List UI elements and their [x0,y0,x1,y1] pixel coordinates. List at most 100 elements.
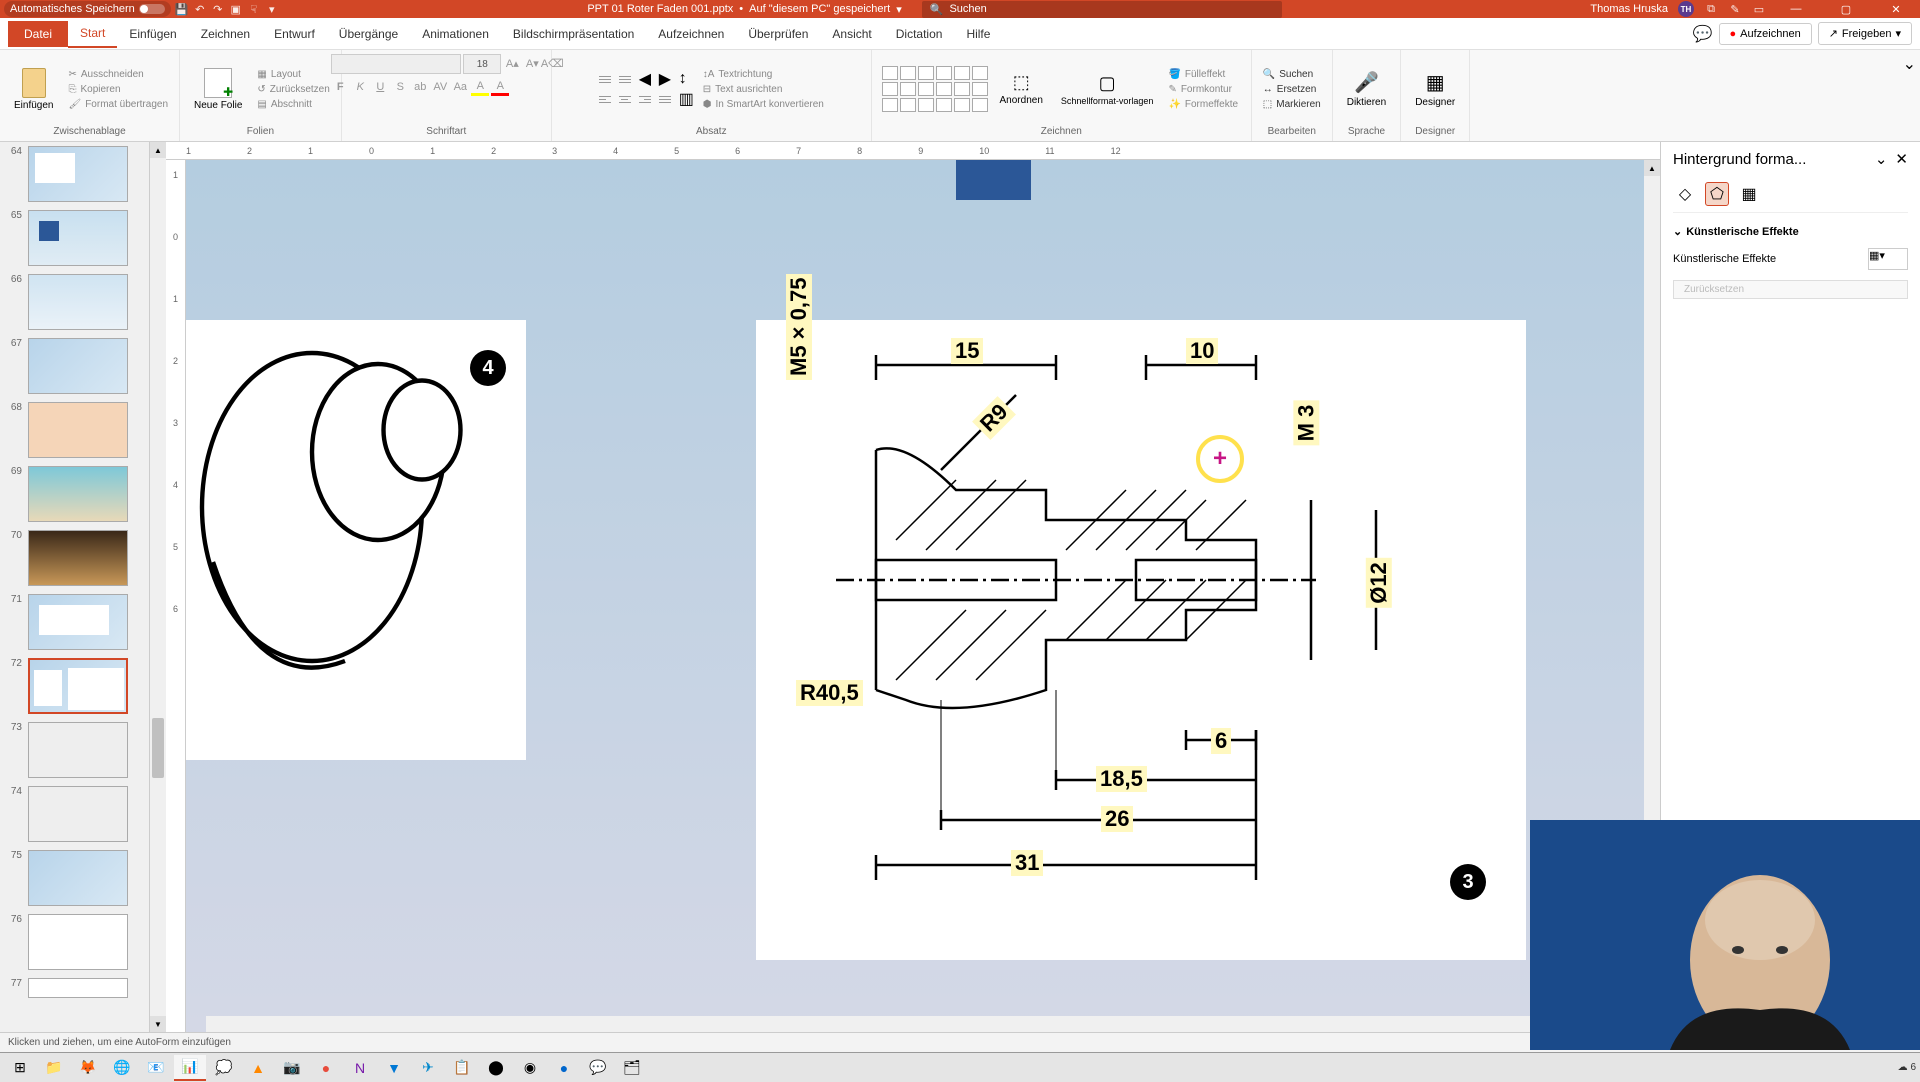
tab-file[interactable]: Datei [8,21,68,47]
qat-more-icon[interactable]: ▾ [265,2,279,16]
slide-thumb-74[interactable] [28,786,128,842]
vlc-icon[interactable]: ▲ [242,1055,274,1081]
paste-button[interactable]: Einfügen [8,64,59,115]
pane-close-icon[interactable]: ✕ [1895,150,1908,168]
app-icon-2[interactable]: 📷 [276,1055,308,1081]
dictate-button[interactable]: 🎤Diktieren [1341,66,1392,112]
start-button[interactable]: ⊞ [4,1055,36,1081]
slide-thumb-77[interactable] [28,978,128,998]
onenote-icon[interactable]: N [344,1055,376,1081]
tab-help[interactable]: Hilfe [954,21,1002,47]
tab-animations[interactable]: Animationen [410,21,501,47]
user-avatar[interactable]: TH [1678,1,1694,17]
present-icon[interactable]: ▣ [229,2,243,16]
strike-button[interactable]: S [391,78,409,96]
tab-design[interactable]: Entwurf [262,21,327,47]
increase-font-button[interactable]: A▴ [503,54,521,72]
effects-section-header[interactable]: ⌄ Künstlerische Effekte [1673,225,1908,238]
bullets-button[interactable] [596,71,614,87]
format-painter-button[interactable]: 🖌Format übertragen [65,98,171,111]
app-icon-3[interactable]: ● [310,1055,342,1081]
minimize-button[interactable]: — [1776,0,1816,18]
find-button[interactable]: 🔍Suchen [1260,68,1324,81]
tab-dictation[interactable]: Dictation [884,21,955,47]
image-right[interactable]: 15 10 M5 × 0,75 R9 M 3 Ø12 R40,5 6 18,5 … [756,320,1526,960]
align-left-button[interactable] [596,91,614,107]
slide-thumb-66[interactable] [28,274,128,330]
save-icon[interactable]: 💾 [175,2,189,16]
tab-view[interactable]: Ansicht [820,21,883,47]
reset-effects-button[interactable]: Zurücksetzen [1673,280,1908,299]
weather-icon[interactable]: ☁ 6 [1898,1062,1916,1073]
share-button[interactable]: ↗Freigeben▾ [1818,22,1912,45]
smartart-button[interactable]: ⬢In SmartArt konvertieren [700,98,827,111]
cut-button[interactable]: ✂Ausschneiden [65,68,171,81]
record-button[interactable]: ●Aufzeichnen [1719,23,1812,45]
outlook-icon[interactable]: 📧 [140,1055,172,1081]
slide-thumb-76[interactable] [28,914,128,970]
indent-dec-button[interactable]: ◀ [636,71,654,87]
app-icon-1[interactable]: 💭 [208,1055,240,1081]
app-icon-9[interactable]: 💬 [582,1055,614,1081]
arrange-button[interactable]: ⬚Anordnen [994,68,1049,110]
indent-inc-button[interactable]: ▶ [656,71,674,87]
columns-button[interactable]: ▥ [676,91,694,107]
picture-tab-icon[interactable]: ▦ [1737,182,1761,206]
select-button[interactable]: ⬚Markieren [1260,98,1324,111]
effects-tab-icon[interactable]: ⬠ [1705,182,1729,206]
chrome-icon[interactable]: 🌐 [106,1055,138,1081]
shape-fill-button[interactable]: 🪣Fülleffekt [1165,68,1241,81]
text-direction-button[interactable]: ↕ATextrichtung [700,68,827,81]
decrease-font-button[interactable]: A▾ [523,54,541,72]
slide-thumb-64[interactable] [28,146,128,202]
bold-button[interactable]: F [331,78,349,96]
designer-button[interactable]: ▦Designer [1409,66,1461,112]
toggle-switch[interactable] [139,4,165,14]
quick-styles-button[interactable]: ▢Schnellformat-vorlagen [1055,69,1160,110]
reset-button[interactable]: ↺Zurücksetzen [254,83,332,96]
scroll-down-icon[interactable]: ▼ [150,1016,166,1032]
slide-thumb-65[interactable] [28,210,128,266]
slide-thumb-75[interactable] [28,850,128,906]
align-right-button[interactable] [636,91,654,107]
slide-thumb-72[interactable] [28,658,128,714]
tab-start[interactable]: Start [68,20,117,48]
underline-button[interactable]: U [371,78,389,96]
shadow-button[interactable]: ab [411,78,429,96]
explorer-icon[interactable]: 📁 [38,1055,70,1081]
firefox-icon[interactable]: 🦊 [72,1055,104,1081]
tab-insert[interactable]: Einfügen [117,21,188,47]
touch-icon[interactable]: ☟ [247,2,261,16]
tab-review[interactable]: Überprüfen [736,21,820,47]
redo-icon[interactable]: ↷ [211,2,225,16]
powerpoint-icon[interactable]: 📊 [174,1055,206,1081]
section-button[interactable]: ▤Abschnitt [254,98,332,111]
app-icon-5[interactable]: 📋 [446,1055,478,1081]
maximize-button[interactable]: ▢ [1826,0,1866,18]
tab-draw[interactable]: Zeichnen [189,21,262,47]
tab-record[interactable]: Aufzeichnen [646,21,736,47]
align-text-button[interactable]: ⊟Text ausrichten [700,83,827,96]
slide-canvas[interactable]: 4 [186,160,1644,1032]
app-icon-4[interactable]: ▼ [378,1055,410,1081]
document-title[interactable]: PPT 01 Roter Faden 001.pptx • Auf "diese… [587,3,901,16]
app-icon-8[interactable]: ● [548,1055,580,1081]
font-size-combo[interactable] [463,54,501,74]
scroll-up-icon[interactable]: ▲ [150,142,166,158]
close-button[interactable]: ✕ [1876,0,1916,18]
line-spacing-button[interactable]: ↕ [676,71,694,87]
slide-thumb-67[interactable] [28,338,128,394]
shape-effects-button[interactable]: ✨Formeffekte [1165,98,1241,111]
slide-thumb-69[interactable] [28,466,128,522]
pane-options-icon[interactable]: ⌄ [1875,150,1888,168]
new-slide-button[interactable]: ✚ Neue Folie [188,64,248,115]
layout-button[interactable]: ▦Layout [254,68,332,81]
align-center-button[interactable] [616,91,634,107]
font-color-button[interactable]: A [491,78,509,96]
italic-button[interactable]: K [351,78,369,96]
font-family-combo[interactable] [331,54,461,74]
tab-transitions[interactable]: Übergänge [327,21,410,47]
tab-slideshow[interactable]: Bildschirmpräsentation [501,21,646,47]
slide-thumb-73[interactable] [28,722,128,778]
numbering-button[interactable] [616,71,634,87]
